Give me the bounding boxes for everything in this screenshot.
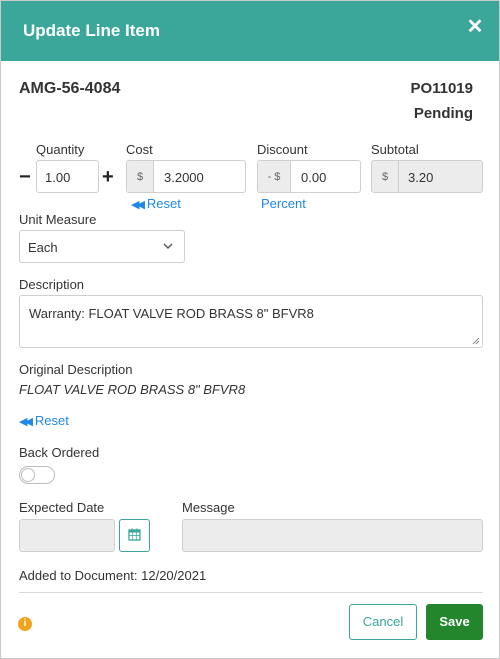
discount-input[interactable]: - $ 0.00 [257, 160, 361, 193]
info-icon[interactable]: i [18, 617, 32, 631]
cost-reset-link[interactable]: ◀◀ Reset [131, 196, 181, 211]
po-status: Pending [413, 105, 473, 122]
cost-value: 3.2000 [164, 170, 204, 185]
message-input[interactable] [182, 519, 483, 552]
close-icon[interactable]: ✕ [465, 16, 485, 38]
description-value: Warranty: FLOAT VALVE ROD BRASS 8" BFVR8 [29, 306, 314, 321]
discount-percent-link[interactable]: Percent [261, 196, 306, 211]
back-ordered-label: Back Ordered [19, 445, 100, 460]
cancel-button[interactable]: Cancel [349, 604, 417, 640]
discount-prefix: - $ [258, 161, 291, 192]
footer-divider [19, 592, 483, 593]
unit-measure-label: Unit Measure [19, 212, 97, 227]
cost-prefix: $ [127, 161, 154, 192]
subtotal-field: $ 3.20 [371, 160, 483, 193]
rewind-icon: ◀◀ [131, 199, 145, 211]
calendar-button[interactable] [119, 519, 150, 552]
subtotal-value: 3.20 [408, 170, 434, 185]
quantity-label: Quantity [36, 142, 85, 157]
unit-measure-value: Each [28, 240, 58, 255]
description-textarea[interactable]: Warranty: FLOAT VALVE ROD BRASS 8" BFVR8 [19, 295, 483, 348]
original-reset-label: Reset [34, 413, 69, 428]
unit-measure-select[interactable]: Each [19, 230, 185, 263]
quantity-value: 1.00 [45, 170, 71, 185]
quantity-decrement-button[interactable]: − [19, 167, 31, 187]
quantity-input[interactable]: 1.00 [36, 160, 99, 193]
dialog-title: Update Line Item [23, 21, 160, 40]
cost-reset-label: Reset [146, 196, 181, 211]
po-number: PO11019 [410, 80, 473, 97]
added-to-document-text: Added to Document: 12/20/2021 [19, 568, 207, 583]
message-label: Message [182, 500, 235, 515]
expected-date-input[interactable] [19, 519, 115, 552]
toggle-knob [21, 468, 35, 482]
rewind-icon: ◀◀ [19, 416, 33, 428]
quantity-increment-button[interactable]: + [102, 167, 114, 187]
resize-grip-icon[interactable] [472, 337, 480, 345]
save-button[interactable]: Save [426, 604, 483, 640]
description-label: Description [19, 277, 85, 292]
update-line-item-dialog: Update Line Item ✕ AMG-56-4084 PO11019 P… [0, 0, 500, 659]
item-number: AMG-56-4084 [19, 80, 121, 97]
discount-value: 0.00 [301, 170, 327, 185]
discount-label: Discount [257, 142, 308, 157]
expected-date-label: Expected Date [19, 500, 105, 515]
dialog-header: Update Line Item ✕ [1, 1, 499, 61]
cost-label: Cost [126, 142, 153, 157]
original-description-reset-link[interactable]: ◀◀ Reset [19, 413, 69, 428]
back-ordered-toggle[interactable] [19, 466, 55, 484]
subtotal-prefix: $ [372, 161, 399, 192]
cost-input[interactable]: $ 3.2000 [126, 160, 246, 193]
chevron-down-icon [163, 243, 173, 249]
calendar-icon [128, 528, 141, 541]
original-description-value: FLOAT VALVE ROD BRASS 8" BFVR8 [19, 382, 246, 397]
original-description-label: Original Description [19, 362, 133, 377]
subtotal-label: Subtotal [371, 142, 419, 157]
